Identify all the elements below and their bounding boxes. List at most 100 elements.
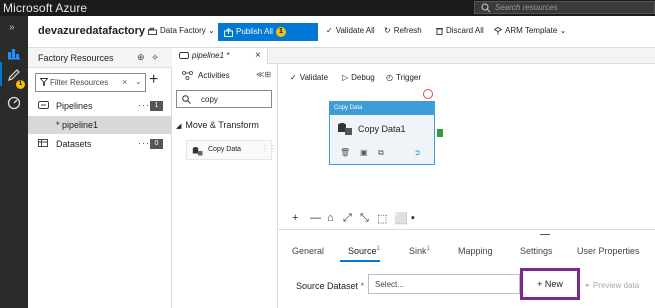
- more-options-icon[interactable]: ···: [138, 100, 150, 110]
- validate-label: Validate: [299, 73, 329, 82]
- expand-rail-icon[interactable]: »: [9, 22, 15, 33]
- tab-user-properties-label: User Properties: [577, 246, 640, 256]
- debug-button[interactable]: ▷ Debug: [342, 73, 375, 82]
- drag-handle-icon[interactable]: ⋮⋮: [261, 144, 277, 153]
- tab-settings[interactable]: Settings: [520, 246, 553, 256]
- validate-button[interactable]: ✓ Validate: [290, 73, 328, 82]
- publish-all-button[interactable]: Publish All 1: [218, 23, 318, 41]
- pipeline-canvas[interactable]: Copy Data Copy Data1 🗑 ▣ ⧉ ➲: [278, 89, 655, 210]
- lock-icon[interactable]: ⌂: [327, 212, 334, 224]
- factory-name: devazuredatafactory: [38, 25, 145, 37]
- overview-icon[interactable]: [7, 46, 21, 60]
- activities-icon: [182, 71, 193, 80]
- copy-data-label: Copy Data: [208, 146, 242, 153]
- connect-icon[interactable]: ➲: [414, 148, 421, 157]
- clear-filter-icon[interactable]: ×: [122, 77, 127, 87]
- zoom-100-icon[interactable]: ⤢: [343, 212, 352, 225]
- activities-panel: Activities ≪⊞ copy ◢ Move & Transform Cop…: [172, 64, 278, 308]
- tab-user-properties[interactable]: User Properties: [577, 246, 640, 256]
- copy-data-activity-node[interactable]: Copy Data Copy Data1 🗑 ▣ ⧉ ➲: [329, 101, 443, 165]
- validate-all-button[interactable]: ✓ Validate All: [326, 26, 375, 35]
- data-factory-dropdown[interactable]: Data Factory ⌄: [148, 26, 215, 35]
- pipelines-label: Pipelines: [56, 101, 93, 111]
- activity-copy-data[interactable]: Copy Data ⋮⋮: [186, 140, 277, 160]
- source-dataset-text: Source Dataset: [296, 281, 359, 291]
- chevron-down-icon: ⌄: [208, 26, 215, 35]
- properties-panel: General Source1 Sink1 Mapping Settings U…: [278, 229, 655, 308]
- select-icon[interactable]: ⬚: [377, 212, 387, 225]
- tree-item-datasets[interactable]: Datasets ··· 0: [28, 135, 172, 153]
- preview-data-button[interactable]: ⚭ Preview data: [584, 281, 639, 290]
- checkmark-icon: ✓: [326, 26, 333, 36]
- activities-search-value: copy: [201, 95, 218, 104]
- tab-settings-label: Settings: [520, 246, 553, 256]
- trigger-button[interactable]: ◴ Trigger: [386, 73, 421, 82]
- trigger-icon: ◴: [386, 73, 393, 83]
- source-dataset-select[interactable]: Select...: [368, 274, 520, 294]
- tab-sink-label: Sink: [409, 246, 427, 256]
- monitor-gauge-icon[interactable]: [7, 96, 21, 110]
- more-options-icon[interactable]: ···: [138, 138, 150, 148]
- add-resource-button[interactable]: +: [149, 71, 158, 89]
- activities-title: Activities: [198, 71, 230, 80]
- arm-template-dropdown[interactable]: ARM Template ⌄: [494, 26, 566, 35]
- brand-title[interactable]: Microsoft Azure: [3, 1, 87, 15]
- zoom-out-icon[interactable]: —: [310, 212, 321, 224]
- filter-resources-placeholder: Filter Resources: [50, 78, 109, 87]
- close-tab-icon[interactable]: ×: [255, 50, 261, 61]
- pin-icon[interactable]: ⟡: [152, 52, 158, 63]
- chevron-down-icon[interactable]: ⌄: [135, 77, 142, 86]
- editor-tabstrip: pipeline1 * ×: [172, 48, 655, 64]
- tab-mapping[interactable]: Mapping: [458, 246, 493, 256]
- pipelines-count: 1: [150, 101, 163, 111]
- validation-error-indicator[interactable]: [423, 89, 433, 99]
- source-dataset-placeholder: Select...: [375, 280, 404, 289]
- refresh-icon: ↻: [384, 26, 391, 36]
- fit-to-screen-icon[interactable]: ⤡: [360, 212, 369, 225]
- success-output-handle[interactable]: [437, 129, 443, 137]
- left-rail: » 1: [0, 16, 28, 308]
- debug-label: Debug: [351, 73, 375, 82]
- activities-header: Activities ≪⊞: [172, 64, 278, 86]
- factory-resources-panel: Factory Resources ⊕ ⟡ Filter Resources ×…: [28, 48, 172, 308]
- delete-icon[interactable]: 🗑: [340, 148, 350, 157]
- tab-source-label: Source: [348, 246, 377, 256]
- source-dataset-label: Source Dataset *: [296, 281, 364, 291]
- tab-general[interactable]: General: [292, 246, 324, 256]
- search-placeholder: Search resources: [495, 3, 558, 12]
- pipeline-tab-label: pipeline1 *: [192, 51, 230, 60]
- tab-sink[interactable]: Sink1: [409, 246, 430, 256]
- tab-source[interactable]: Source1: [348, 246, 380, 256]
- preview-icon: ⚭: [584, 281, 591, 290]
- node-name: Copy Data1: [358, 124, 406, 134]
- filter-resources-dropdown[interactable]: Filter Resources × ⌄: [35, 73, 146, 92]
- copy-icon[interactable]: ⧉: [378, 148, 384, 158]
- caret-down-icon: ◢: [176, 123, 182, 130]
- zoom-in-icon[interactable]: +: [292, 212, 298, 224]
- global-search-box[interactable]: Search resources: [474, 1, 655, 14]
- validate-all-label: Validate All: [335, 26, 375, 35]
- discard-all-button[interactable]: Discard All: [436, 26, 484, 35]
- tab-mapping-label: Mapping: [458, 246, 493, 256]
- chevron-down-icon: ⌄: [559, 26, 567, 35]
- required-marker: *: [360, 281, 365, 291]
- collapse-icon[interactable]: ⊕: [137, 52, 145, 63]
- code-icon[interactable]: ▣: [360, 148, 368, 157]
- activities-search-input[interactable]: copy: [176, 90, 272, 108]
- activity-group-move-transform[interactable]: ◢ Move & Transform: [176, 120, 259, 130]
- search-icon: [481, 3, 491, 13]
- tab-source-count: 1: [376, 246, 380, 252]
- preview-data-label: Preview data: [592, 281, 640, 290]
- collapse-panel-icon[interactable]: ≪⊞: [256, 70, 271, 79]
- auto-align-icon[interactable]: ⬜: [394, 212, 408, 225]
- panel-resize-handle[interactable]: [540, 234, 550, 235]
- refresh-button[interactable]: ↻ Refresh: [384, 26, 422, 35]
- copy-data-icon: [192, 147, 203, 156]
- tab-pipeline1[interactable]: pipeline1 * ×: [172, 48, 268, 64]
- tree-item-pipelines[interactable]: Pipelines ··· 1: [28, 97, 172, 115]
- tree-item-pipeline1[interactable]: * pipeline1: [28, 116, 172, 134]
- layout-icon[interactable]: ▪: [411, 212, 415, 224]
- new-dataset-button[interactable]: + New: [530, 276, 570, 292]
- copy-data-icon: [338, 123, 352, 135]
- data-factory-label: Data Factory: [160, 26, 206, 35]
